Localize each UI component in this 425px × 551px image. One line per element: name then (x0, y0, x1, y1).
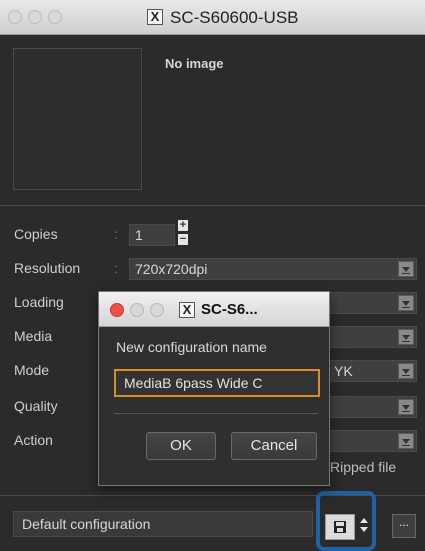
ok-button[interactable]: OK (146, 432, 216, 460)
quality-label: Quality (14, 398, 58, 414)
media-dropdown-icon[interactable] (398, 329, 414, 345)
preview-area (13, 48, 142, 190)
dialog-prompt: New configuration name (116, 339, 267, 355)
action-dropdown-icon[interactable] (398, 433, 414, 449)
minimize-window-button[interactable] (28, 10, 42, 24)
window-title: SC-S60600-USB (170, 8, 299, 27)
window-titlebar: X SC-S60600-USB (0, 0, 425, 35)
zoom-window-button[interactable] (48, 10, 62, 24)
copies-decrement-button[interactable]: − (178, 234, 188, 245)
divider (0, 205, 425, 206)
cancel-button[interactable]: Cancel (231, 432, 317, 460)
dialog-divider (114, 413, 318, 414)
no-image-label: No image (165, 56, 224, 71)
loading-dropdown-icon[interactable] (398, 295, 414, 311)
resolution-label: Resolution (14, 260, 81, 276)
configuration-dropdown[interactable]: Default configuration (13, 511, 313, 537)
mode-label: Mode (14, 362, 50, 378)
copies-label: Copies (14, 226, 58, 242)
ripped-file-label: Ripped file (330, 459, 397, 475)
copies-increment-button[interactable]: + (178, 220, 188, 231)
app-x-icon: X (179, 302, 195, 318)
new-configuration-dialog: X SC-S6... New configuration name MediaB… (98, 291, 330, 486)
more-options-button[interactable]: ... (392, 514, 416, 538)
resolution-dropdown-icon[interactable] (398, 261, 414, 277)
mode-dropdown-icon[interactable] (398, 363, 414, 379)
action-label: Action (14, 432, 53, 448)
resolution-dropdown[interactable]: 720x720dpi (129, 258, 417, 280)
dialog-titlebar: X SC-S6... (99, 292, 329, 327)
save-button-highlight (316, 491, 376, 551)
loading-label: Loading (14, 294, 64, 310)
mode-value: YK (334, 363, 353, 379)
close-window-button[interactable] (8, 10, 22, 24)
media-label: Media (14, 328, 53, 344)
configuration-name-input[interactable]: MediaB 6pass Wide C (114, 369, 320, 397)
copies-input[interactable]: 1 (129, 224, 175, 246)
dialog-title: SC-S6... (201, 301, 258, 318)
app-x-icon: X (147, 9, 163, 25)
dialog-zoom-button[interactable] (150, 303, 164, 317)
configuration-name-value: MediaB 6pass Wide C (124, 375, 263, 391)
dialog-close-button[interactable] (110, 303, 124, 317)
dialog-minimize-button[interactable] (130, 303, 144, 317)
quality-dropdown-icon[interactable] (398, 399, 414, 415)
